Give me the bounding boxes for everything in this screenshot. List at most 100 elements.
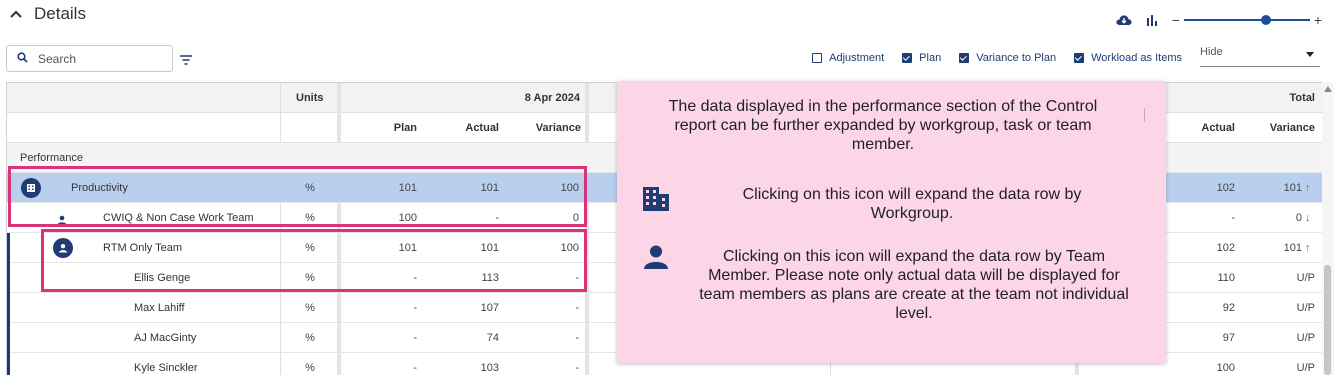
row-actual: 113	[481, 272, 499, 284]
row-actual: -	[495, 212, 499, 224]
row-units: %	[305, 212, 315, 224]
date-header: 8 Apr 2024	[524, 92, 580, 104]
row-units: %	[305, 332, 315, 344]
tooltip-team-member: Clicking on this icon will expand the da…	[699, 248, 1129, 322]
row-plan: 100	[398, 212, 417, 224]
row-total-variance: 101	[1283, 182, 1302, 194]
text-cursor	[1144, 108, 1145, 122]
row-total-variance: U/P	[1296, 332, 1315, 344]
row-variance: -	[575, 362, 579, 374]
row-actual: 107	[480, 302, 499, 314]
option-label: Adjustment	[829, 52, 885, 64]
total-variance-header: Variance	[1269, 122, 1315, 134]
row-indicator	[7, 233, 10, 263]
row-name: Kyle Sinckler	[134, 362, 198, 374]
row-actual: 74	[486, 332, 499, 344]
help-tooltip: The data displayed in the performance se…	[617, 81, 1166, 363]
row-plan: -	[413, 302, 417, 314]
zoom-control[interactable]: − +	[1172, 12, 1322, 28]
row-name: Ellis Genge	[134, 272, 191, 284]
cloud-download-icon[interactable]	[1116, 14, 1132, 26]
row-name: Productivity	[71, 182, 128, 194]
row-total-variance: U/P	[1296, 302, 1315, 314]
option-adjustment[interactable]: Adjustment	[812, 52, 884, 64]
row-variance: -	[575, 272, 579, 284]
row-actual: 101	[480, 182, 499, 194]
row-plan: -	[413, 332, 417, 344]
building-icon	[643, 187, 669, 216]
row-name: AJ MacGinty	[134, 332, 197, 344]
row-total-variance: 101	[1283, 242, 1302, 254]
zoom-out-button[interactable]: −	[1172, 12, 1180, 28]
search-input[interactable]	[38, 51, 158, 66]
option-workload-as-items[interactable]: Workload as Items	[1074, 52, 1182, 64]
scrollbar-thumb[interactable]	[1324, 265, 1331, 375]
scroll-up-icon[interactable]	[1324, 86, 1332, 92]
section-title: Details	[34, 4, 86, 23]
option-label: Variance to Plan	[976, 52, 1057, 64]
arrow-down-icon: ↓	[1305, 212, 1311, 224]
person-icon[interactable]	[57, 212, 67, 230]
arrow-up-icon: ↑	[1305, 182, 1311, 194]
row-total-actual: 110	[1217, 272, 1235, 284]
actual-header: Actual	[465, 122, 499, 134]
search-icon	[17, 50, 28, 68]
row-total-actual: 92	[1222, 302, 1235, 314]
option-label: Plan	[919, 52, 942, 64]
row-total-actual: 97	[1222, 332, 1235, 344]
row-name: RTM Only Team	[103, 242, 183, 254]
tooltip-intro: The data displayed in the performance se…	[668, 98, 1098, 153]
row-variance: 100	[560, 242, 579, 254]
row-actual: 101	[480, 242, 499, 254]
row-units: %	[305, 272, 315, 284]
row-variance: 100	[560, 182, 579, 194]
filter-icon[interactable]	[180, 52, 192, 70]
variance-header: Variance	[535, 122, 581, 134]
checkbox[interactable]	[1074, 53, 1085, 63]
row-indicator	[7, 353, 10, 375]
details-header[interactable]: Details	[10, 4, 86, 24]
search-box[interactable]	[6, 45, 173, 72]
checkbox[interactable]	[959, 53, 970, 63]
row-plan: -	[413, 362, 417, 374]
hide-dropdown[interactable]: Hide	[1200, 45, 1320, 67]
row-units: %	[305, 362, 315, 374]
checkbox[interactable]	[902, 53, 913, 63]
row-variance: 0	[572, 212, 579, 224]
zoom-slider[interactable]	[1183, 15, 1310, 25]
row-plan: 101	[398, 182, 417, 194]
tooltip-workgroup: Clicking on this icon will expand the da…	[742, 186, 1082, 222]
row-units: %	[305, 182, 315, 194]
zoom-in-button[interactable]: +	[1314, 12, 1322, 28]
option-label: Workload as Items	[1091, 52, 1182, 64]
row-total-actual: 100	[1216, 362, 1235, 374]
person-icon	[644, 245, 668, 274]
row-plan: 101	[398, 242, 417, 254]
row-name: Max Lahiff	[134, 302, 185, 314]
caret-down-icon	[1306, 52, 1314, 57]
team-member-expand-icon[interactable]	[53, 238, 73, 258]
chevron-up-icon[interactable]	[10, 4, 22, 24]
checkbox[interactable]	[812, 53, 823, 63]
section-label: Performance	[20, 152, 83, 164]
row-indicator	[7, 263, 10, 293]
view-options: Adjustment Plan Variance to Plan Workloa…	[812, 52, 1182, 64]
total-actual-header: Actual	[1201, 122, 1235, 134]
row-total-actual: 102	[1216, 182, 1235, 194]
units-header: Units	[296, 92, 324, 104]
workgroup-expand-icon[interactable]	[21, 178, 41, 198]
row-name: CWIQ & Non Case Work Team	[103, 212, 254, 224]
row-units: %	[305, 302, 315, 314]
bar-chart-icon[interactable]	[1146, 14, 1158, 26]
option-variance-to-plan[interactable]: Variance to Plan	[959, 52, 1056, 64]
option-plan[interactable]: Plan	[902, 52, 941, 64]
row-total-variance: 0	[1295, 212, 1302, 224]
vertical-scrollbar[interactable]	[1322, 82, 1334, 375]
arrow-up-icon: ↑	[1305, 242, 1311, 254]
row-actual: 103	[480, 362, 499, 374]
row-plan: -	[413, 272, 417, 284]
row-total-actual: -	[1231, 212, 1235, 224]
row-indicator	[7, 323, 10, 353]
zoom-slider-thumb[interactable]	[1260, 15, 1271, 25]
total-header: Total	[1289, 92, 1315, 104]
